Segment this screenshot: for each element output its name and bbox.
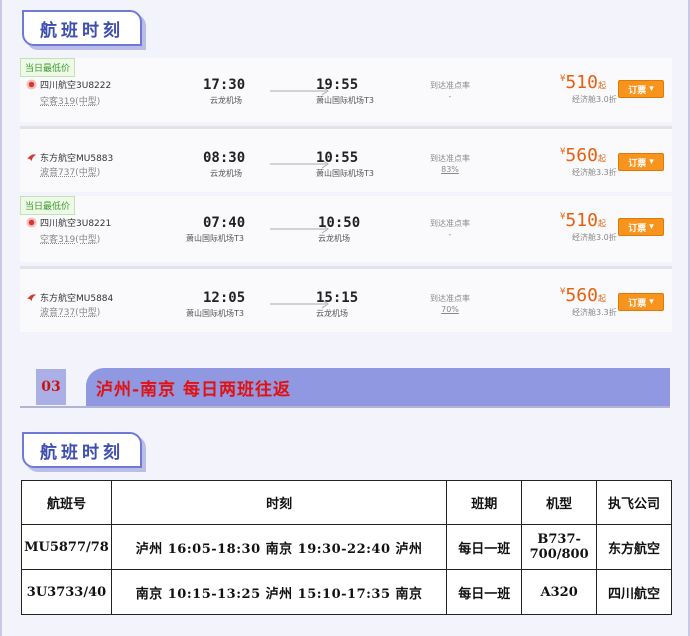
- arrival-time: 10:55: [316, 150, 359, 166]
- header-time: 时刻: [110, 480, 448, 525]
- header-aircraft: 机型: [521, 480, 598, 525]
- cell-time: 泸州 16:05-18:30 南京 19:30-22:40 泸州: [110, 524, 448, 570]
- header-carrier: 执飞公司: [596, 480, 672, 525]
- flight-card-4: 东方航空MU5884 波音737(中型) 12:05 萧山国际机场T3 15:1…: [20, 266, 672, 332]
- cell-carrier: 东方航空: [596, 524, 672, 570]
- sichuan-airlines-logo-icon: [26, 217, 37, 228]
- section-title-tab: 航班时刻: [22, 10, 142, 46]
- table-header-row: 航班号 时刻 班期 机型 执飞公司: [21, 480, 672, 525]
- section-title-tab: 航班时刻: [22, 432, 142, 468]
- header-frequency: 班期: [446, 480, 523, 525]
- aircraft-type[interactable]: 波音737(中型): [40, 165, 100, 178]
- arrival-time: 15:15: [316, 290, 359, 306]
- cell-time: 南京 10:15-13:25 泸州 15:10-17:35 南京: [110, 569, 448, 615]
- table-row: MU5877/78 泸州 16:05-18:30 南京 19:30-22:40 …: [21, 524, 672, 570]
- airline-name[interactable]: 四川航空3U8221: [26, 216, 111, 229]
- flight-card-2: 东方航空MU5883 波音737(中型) 08:30 云龙机场 10:55 萧山…: [20, 126, 672, 192]
- discount: 经济舱3.3折: [572, 308, 617, 317]
- route-number: 03: [36, 369, 66, 405]
- aircraft-type[interactable]: 空客319(中型): [40, 232, 100, 245]
- departure-airport: 云龙机场: [210, 96, 242, 105]
- departure-time: 08:30: [203, 150, 246, 166]
- route-title: 泸州-南京 每日两班往返: [96, 379, 291, 400]
- ontime-value: -: [448, 230, 452, 239]
- lowest-price-badge: 当日最低价: [20, 196, 76, 215]
- cell-frequency: 每日一班: [446, 569, 523, 615]
- book-button[interactable]: 订票 ▾: [618, 218, 664, 236]
- arrival-airport: 萧山国际机场T3: [316, 96, 374, 105]
- book-button[interactable]: 订票 ▾: [618, 293, 664, 311]
- cell-aircraft: A320: [521, 569, 598, 615]
- discount: 经济舱3.0折: [572, 233, 617, 242]
- departure-airport: 萧山国际机场T3: [186, 234, 244, 243]
- ontime-label: 到达准点率: [430, 154, 470, 163]
- price: ¥510起: [560, 72, 606, 93]
- cell-flight-no: MU5877/78: [21, 524, 112, 570]
- ontime-label: 到达准点率: [430, 81, 470, 90]
- schedule-table: 航班号 时刻 班期 机型 执飞公司 MU5877/78 泸州 16:05-18:…: [21, 480, 672, 615]
- departure-time: 07:40: [203, 215, 246, 231]
- discount: 经济舱3.0折: [572, 95, 617, 104]
- chevron-down-icon: ▾: [649, 84, 654, 94]
- book-button[interactable]: 订票 ▾: [618, 80, 664, 98]
- arrival-airport: 云龙机场: [318, 234, 350, 243]
- section-title: 航班时刻: [40, 20, 124, 41]
- route-banner: 泸州-南京 每日两班往返: [86, 368, 670, 406]
- header-flight-no: 航班号: [21, 480, 112, 525]
- airline-label: 四川航空3U8221: [40, 219, 112, 229]
- departure-airport: 萧山国际机场T3: [186, 309, 244, 318]
- ontime-label: 到达准点率: [430, 219, 470, 228]
- ontime-value[interactable]: 70%: [420, 305, 480, 314]
- chevron-down-icon: ▾: [649, 297, 654, 307]
- price: ¥560起: [560, 285, 606, 306]
- price: ¥510起: [560, 210, 606, 231]
- arrival-time: 19:55: [316, 77, 359, 93]
- airline-label: 东方航空MU5883: [40, 154, 114, 164]
- sichuan-airlines-logo-icon: [26, 79, 37, 90]
- chevron-down-icon: ▾: [649, 157, 654, 167]
- cell-carrier: 四川航空: [596, 569, 672, 615]
- cell-aircraft: B737-700/800: [521, 524, 598, 570]
- departure-time: 17:30: [203, 77, 246, 93]
- china-eastern-logo-icon: [26, 154, 37, 162]
- table-row: 3U3733/40 南京 10:15-13:25 泸州 15:10-17:35 …: [21, 569, 672, 615]
- airline-name[interactable]: 四川航空3U8222: [26, 78, 111, 91]
- arrival-airport: 萧山国际机场T3: [316, 169, 374, 178]
- ontime-value: -: [448, 92, 452, 101]
- lowest-price-badge: 当日最低价: [20, 58, 76, 77]
- aircraft-type[interactable]: 波音737(中型): [40, 305, 100, 318]
- chevron-down-icon: ▾: [649, 222, 654, 232]
- flight-card-3: 当日最低价 四川航空3U8221 空客319(中型) 07:40 萧山国际机场T…: [20, 196, 672, 262]
- airline-name[interactable]: 东方航空MU5884: [26, 291, 113, 304]
- departure-time: 12:05: [203, 290, 246, 306]
- china-eastern-logo-icon: [26, 294, 37, 302]
- cell-flight-no: 3U3733/40: [21, 569, 112, 615]
- airline-label: 东方航空MU5884: [40, 294, 114, 304]
- page-border-left: [0, 0, 2, 636]
- flight-card-1: 当日最低价 四川航空3U8222 空客319(中型) 17:30 云龙机场 19…: [20, 58, 672, 122]
- discount: 经济舱3.3折: [572, 168, 617, 177]
- section-title: 航班时刻: [40, 442, 124, 463]
- airline-label: 四川航空3U8222: [40, 81, 112, 91]
- cell-frequency: 每日一班: [446, 524, 523, 570]
- ontime-label: 到达准点率: [430, 294, 470, 303]
- ontime-value[interactable]: 83%: [420, 165, 480, 174]
- arrival-time: 10:50: [318, 215, 361, 231]
- departure-airport: 云龙机场: [210, 169, 242, 178]
- price: ¥560起: [560, 145, 606, 166]
- route-divider: [20, 406, 670, 408]
- airline-name[interactable]: 东方航空MU5883: [26, 151, 113, 164]
- arrival-airport: 云龙机场: [316, 309, 348, 318]
- book-button[interactable]: 订票 ▾: [618, 153, 664, 171]
- aircraft-type[interactable]: 空客319(中型): [40, 94, 100, 107]
